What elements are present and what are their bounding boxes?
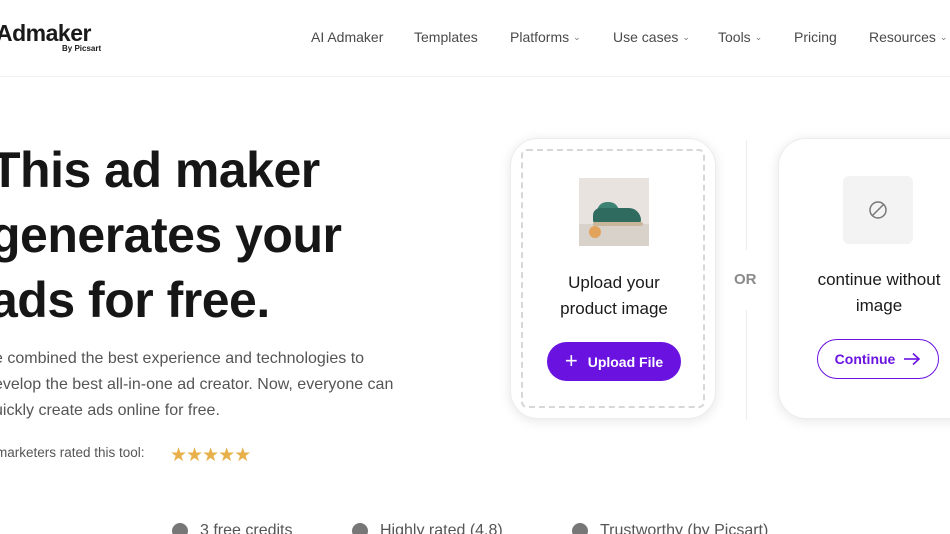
- nav-pricing[interactable]: Pricing: [794, 29, 837, 45]
- chevron-down-icon: ⌄: [939, 32, 948, 42]
- star-rating: ★★★★★: [170, 444, 251, 467]
- continue-prompt-line: continue without: [817, 270, 941, 289]
- nav-label: Use cases: [613, 29, 679, 45]
- continue-button[interactable]: Continue: [817, 339, 939, 379]
- nav-label: Templates: [414, 29, 478, 45]
- hero-description: e combined the best experience and techn…: [0, 346, 464, 424]
- hero-title-line: ads for free.: [0, 272, 270, 328]
- upload-prompt-line: product image: [560, 299, 668, 318]
- nav-resources[interactable]: Resources ⌄: [869, 29, 947, 45]
- nav-label: Tools: [718, 29, 751, 45]
- star-icon: ★: [170, 445, 187, 466]
- main-nav: AI Admaker Templates Platforms ⌄ Use case…: [0, 29, 950, 49]
- nav-label: Resources: [869, 29, 936, 45]
- star-icon: ★: [202, 445, 219, 466]
- continue-prompt-line: image: [855, 296, 903, 315]
- star-icon: ★: [186, 445, 203, 466]
- feature-label: Highly rated (4.8): [380, 522, 503, 534]
- feature-trustworthy: Trustworthy (by Picsart): [572, 522, 768, 534]
- or-label: OR: [734, 271, 757, 288]
- coins-icon: [172, 522, 188, 534]
- hero-title-line: generates your: [0, 207, 342, 263]
- nav-label: Platforms: [510, 29, 570, 45]
- plus-icon: +: [564, 347, 578, 373]
- star-icon: [352, 522, 368, 534]
- nav-use-cases[interactable]: Use cases ⌄: [613, 29, 690, 45]
- hero-description-line: uickly create ads online for free.: [0, 402, 220, 419]
- shield-check-icon: [572, 522, 588, 534]
- chevron-down-icon: ⌄: [573, 32, 581, 42]
- no-image-placeholder: [843, 176, 913, 244]
- nav-templates[interactable]: Templates: [414, 29, 478, 45]
- feature-label: 3 free credits: [200, 522, 293, 534]
- nav-ai-admaker[interactable]: AI Admaker: [311, 29, 383, 45]
- continue-card[interactable]: continue without image Continue: [778, 138, 950, 419]
- nav-platforms[interactable]: Platforms ⌄: [510, 29, 581, 45]
- divider: [746, 140, 747, 250]
- no-image-icon: [869, 201, 887, 219]
- hero-title-line: This ad maker: [0, 142, 320, 198]
- continue-label: Continue: [834, 351, 896, 367]
- chevron-down-icon: ⌄: [754, 32, 763, 42]
- continue-prompt: continue without image: [779, 267, 950, 319]
- star-icon: ★: [218, 445, 235, 466]
- feature-label: Trustworthy (by Picsart): [600, 522, 769, 534]
- arrow-right-icon: [903, 352, 921, 366]
- hero-description-line: evelop the best all-in-one ad creator. N…: [0, 376, 394, 393]
- product-sample-image: [579, 178, 649, 246]
- site-header: Admaker By Picsart AI Admaker Templates …: [0, 0, 950, 77]
- nav-label: AI Admaker: [311, 29, 384, 45]
- upload-file-button[interactable]: + Upload File: [547, 342, 681, 381]
- star-icon: ★: [234, 445, 251, 466]
- nav-tools[interactable]: Tools ⌄: [718, 29, 762, 45]
- divider: [746, 310, 747, 420]
- feature-rated: Highly rated (4.8): [352, 522, 503, 534]
- upload-prompt: Upload your product image: [511, 270, 717, 322]
- nav-label: Pricing: [794, 29, 837, 45]
- rating-text: marketers rated this tool:: [0, 445, 145, 460]
- upload-file-label: Upload File: [587, 353, 664, 370]
- hero-title: This ad maker generates your ads for fre…: [0, 138, 342, 333]
- hero-description-line: e combined the best experience and techn…: [0, 350, 365, 367]
- upload-card[interactable]: Upload your product image + Upload File: [510, 138, 716, 419]
- feature-credits: 3 free credits: [172, 522, 292, 534]
- upload-prompt-line: Upload your: [568, 273, 660, 292]
- chevron-down-icon: ⌄: [682, 32, 690, 42]
